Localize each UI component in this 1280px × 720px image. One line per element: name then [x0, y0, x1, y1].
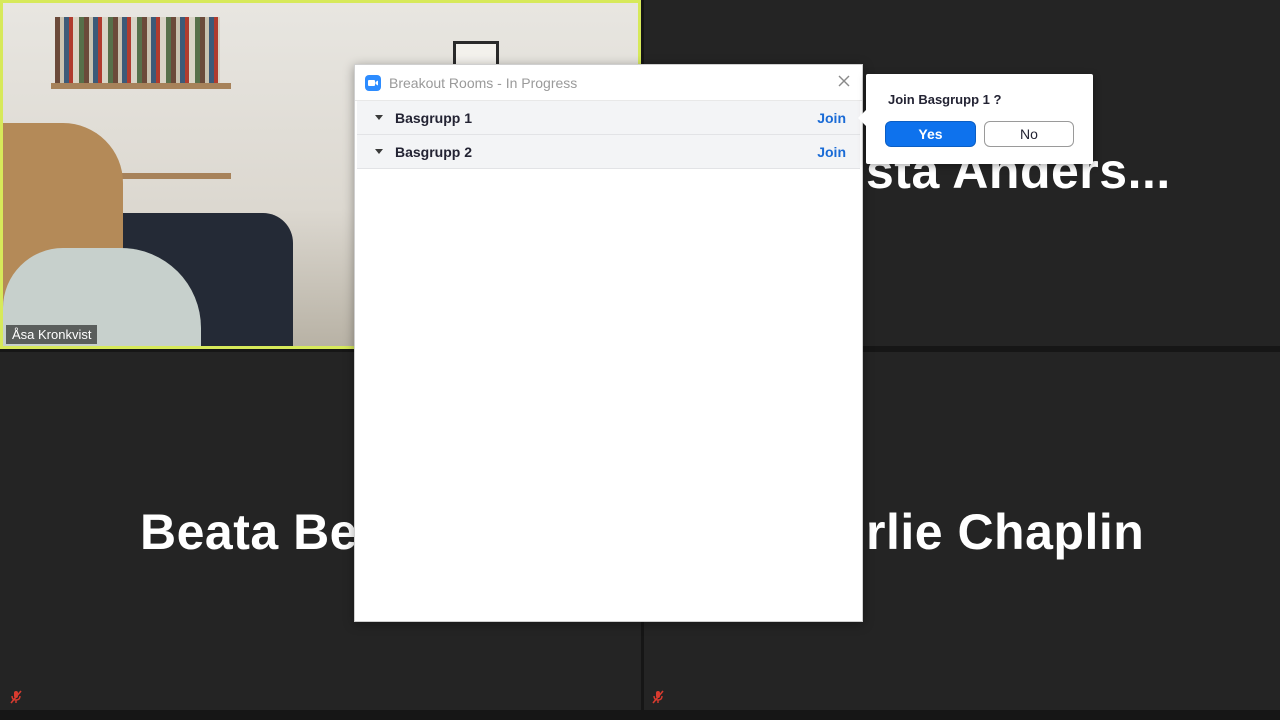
breakout-rooms-dialog: Breakout Rooms - In Progress Basgrupp 1 …: [354, 64, 863, 622]
join-room-1-link[interactable]: Join: [817, 110, 846, 126]
close-icon[interactable]: [836, 73, 852, 89]
zoom-app-icon: [365, 74, 381, 91]
muted-microphone-icon: [10, 690, 22, 704]
participant-name-label: Åsa Kronkvist: [6, 325, 98, 344]
room-list: Basgrupp 1 Join Basgrupp 2 Join: [355, 101, 862, 169]
participant-name-bottom-right: rlie Chaplin: [866, 504, 1145, 560]
room-name: Basgrupp 1: [395, 109, 473, 126]
meeting-gallery-view: Åsa Kronkvist sta Anders... Beata Be rli…: [0, 0, 1280, 720]
dialog-title: Breakout Rooms - In Progress: [389, 74, 578, 91]
participant-name-bottom-left: Beata Be: [140, 504, 358, 560]
no-button[interactable]: No: [984, 121, 1074, 147]
shelf: [51, 83, 231, 89]
room-row-basgrupp-1[interactable]: Basgrupp 1 Join: [357, 101, 860, 135]
caret-down-icon[interactable]: [373, 114, 385, 121]
bookshelf: [55, 17, 220, 83]
muted-microphone-icon: [652, 690, 664, 704]
dialog-titlebar[interactable]: Breakout Rooms - In Progress: [355, 65, 862, 101]
yes-button[interactable]: Yes: [885, 121, 976, 147]
room-row-basgrupp-2[interactable]: Basgrupp 2 Join: [357, 135, 860, 169]
join-confirm-popover: Join Basgrupp 1 ? Yes No: [858, 74, 1093, 164]
room-name: Basgrupp 2: [395, 143, 473, 160]
caret-down-icon[interactable]: [373, 148, 385, 155]
join-room-2-link[interactable]: Join: [817, 144, 846, 160]
join-confirm-question: Join Basgrupp 1 ?: [888, 92, 1002, 107]
